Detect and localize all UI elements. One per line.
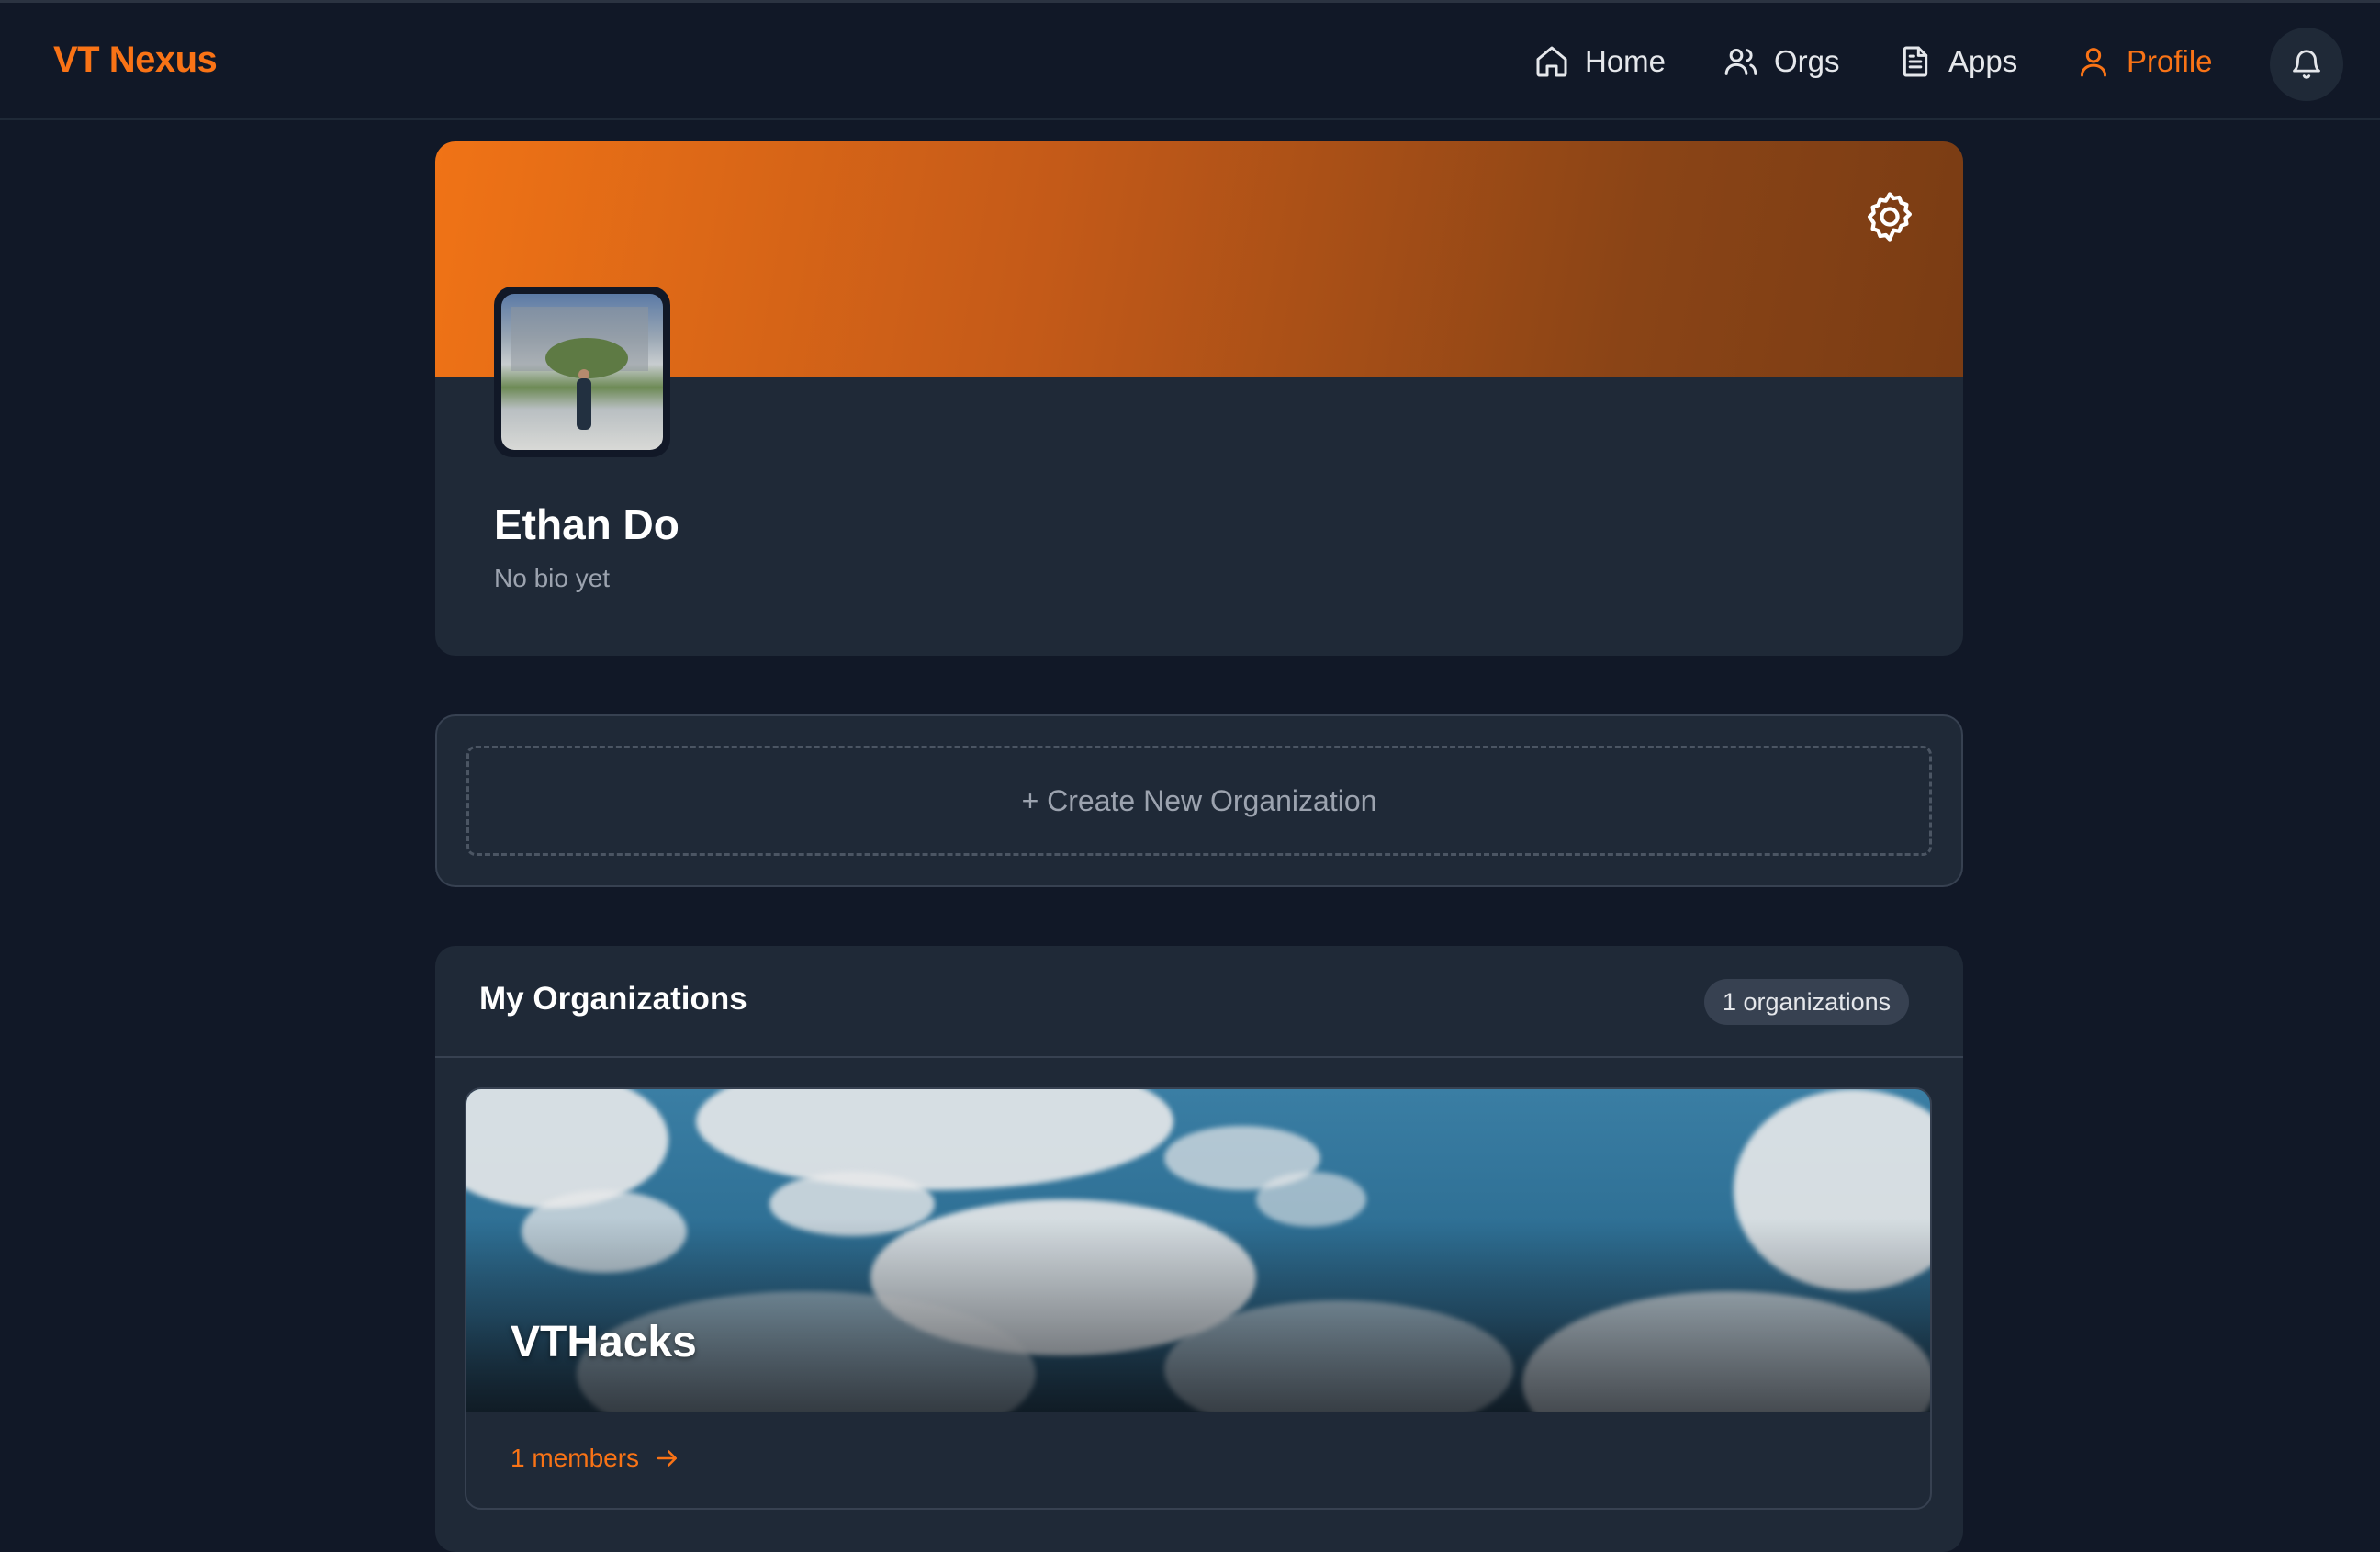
profile-bio: No bio yet <box>494 564 611 592</box>
my-organizations-card: My Organizations 1 organizations VTHacks… <box>435 946 1963 1552</box>
nav-item-profile-label: Profile <box>2127 44 2213 78</box>
profile-card: Ethan Do No bio yet <box>435 141 1963 656</box>
organization-members-label: 1 members <box>511 1444 640 1472</box>
top-navbar: VT Nexus Home Orgs Apps Profile <box>0 3 2380 120</box>
app-logo[interactable]: VT Nexus <box>53 39 218 81</box>
users-icon <box>1724 49 1757 75</box>
avatar-photo <box>501 294 663 450</box>
notifications-button[interactable] <box>2270 28 2343 101</box>
organization-card[interactable]: VTHacks 1 members <box>465 1087 1932 1510</box>
arrow-right-icon <box>657 1450 678 1467</box>
organizations-header: My Organizations 1 organizations <box>435 946 1963 1058</box>
nav-item-apps[interactable]: Apps <box>1897 38 2017 85</box>
create-organization-button[interactable]: + Create New Organization <box>466 746 1932 856</box>
nav-item-profile[interactable]: Profile <box>2075 38 2213 85</box>
gear-icon[interactable] <box>1860 187 1919 246</box>
nav-item-orgs[interactable]: Orgs <box>1723 38 1840 85</box>
organization-cover-image: VTHacks <box>466 1089 1930 1412</box>
organizations-count-badge: 1 organizations <box>1704 979 1910 1025</box>
organizations-title: My Organizations <box>479 981 747 1017</box>
organization-name: VTHacks <box>511 1318 697 1366</box>
profile-name: Ethan Do <box>494 500 679 548</box>
nav-item-home[interactable]: Home <box>1533 38 1666 85</box>
create-organization-card: + Create New Organization <box>435 714 1963 887</box>
organization-members-link[interactable]: 1 members <box>511 1444 681 1473</box>
home-icon <box>1536 46 1567 77</box>
nav-item-orgs-label: Orgs <box>1774 44 1840 78</box>
user-icon <box>2081 48 2106 77</box>
avatar[interactable] <box>494 287 670 457</box>
nav-item-apps-label: Apps <box>1948 44 2018 78</box>
bell-icon <box>2293 50 2320 79</box>
nav-item-home-label: Home <box>1585 44 1667 78</box>
document-icon <box>1903 46 1928 77</box>
